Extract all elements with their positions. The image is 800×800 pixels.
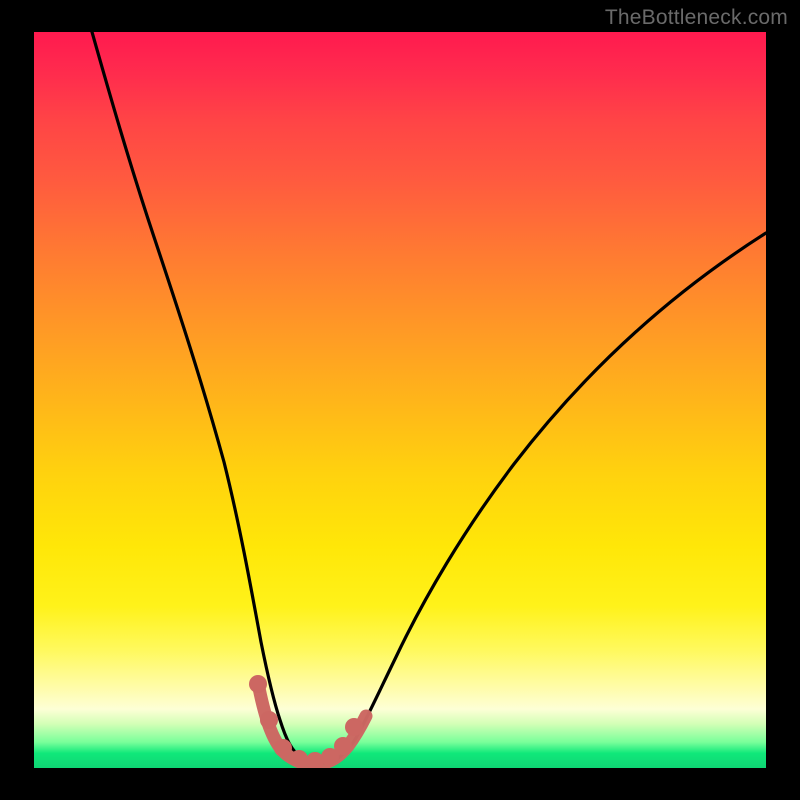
marker-dot: [306, 752, 324, 768]
marker-dot: [290, 750, 308, 768]
marker-dot: [260, 711, 278, 729]
marker-dot: [321, 748, 339, 766]
marker-dot: [345, 718, 363, 736]
watermark-text: TheBottleneck.com: [605, 6, 788, 30]
marker-dot: [249, 675, 267, 693]
marker-connector: [259, 688, 366, 764]
marker-group: [249, 675, 363, 768]
marker-dot: [334, 737, 352, 755]
plot-area: [34, 32, 766, 768]
marker-dot: [274, 739, 292, 757]
outer-frame: TheBottleneck.com: [0, 0, 800, 800]
bottleneck-curve: [92, 32, 766, 763]
curve-svg: [34, 32, 766, 768]
